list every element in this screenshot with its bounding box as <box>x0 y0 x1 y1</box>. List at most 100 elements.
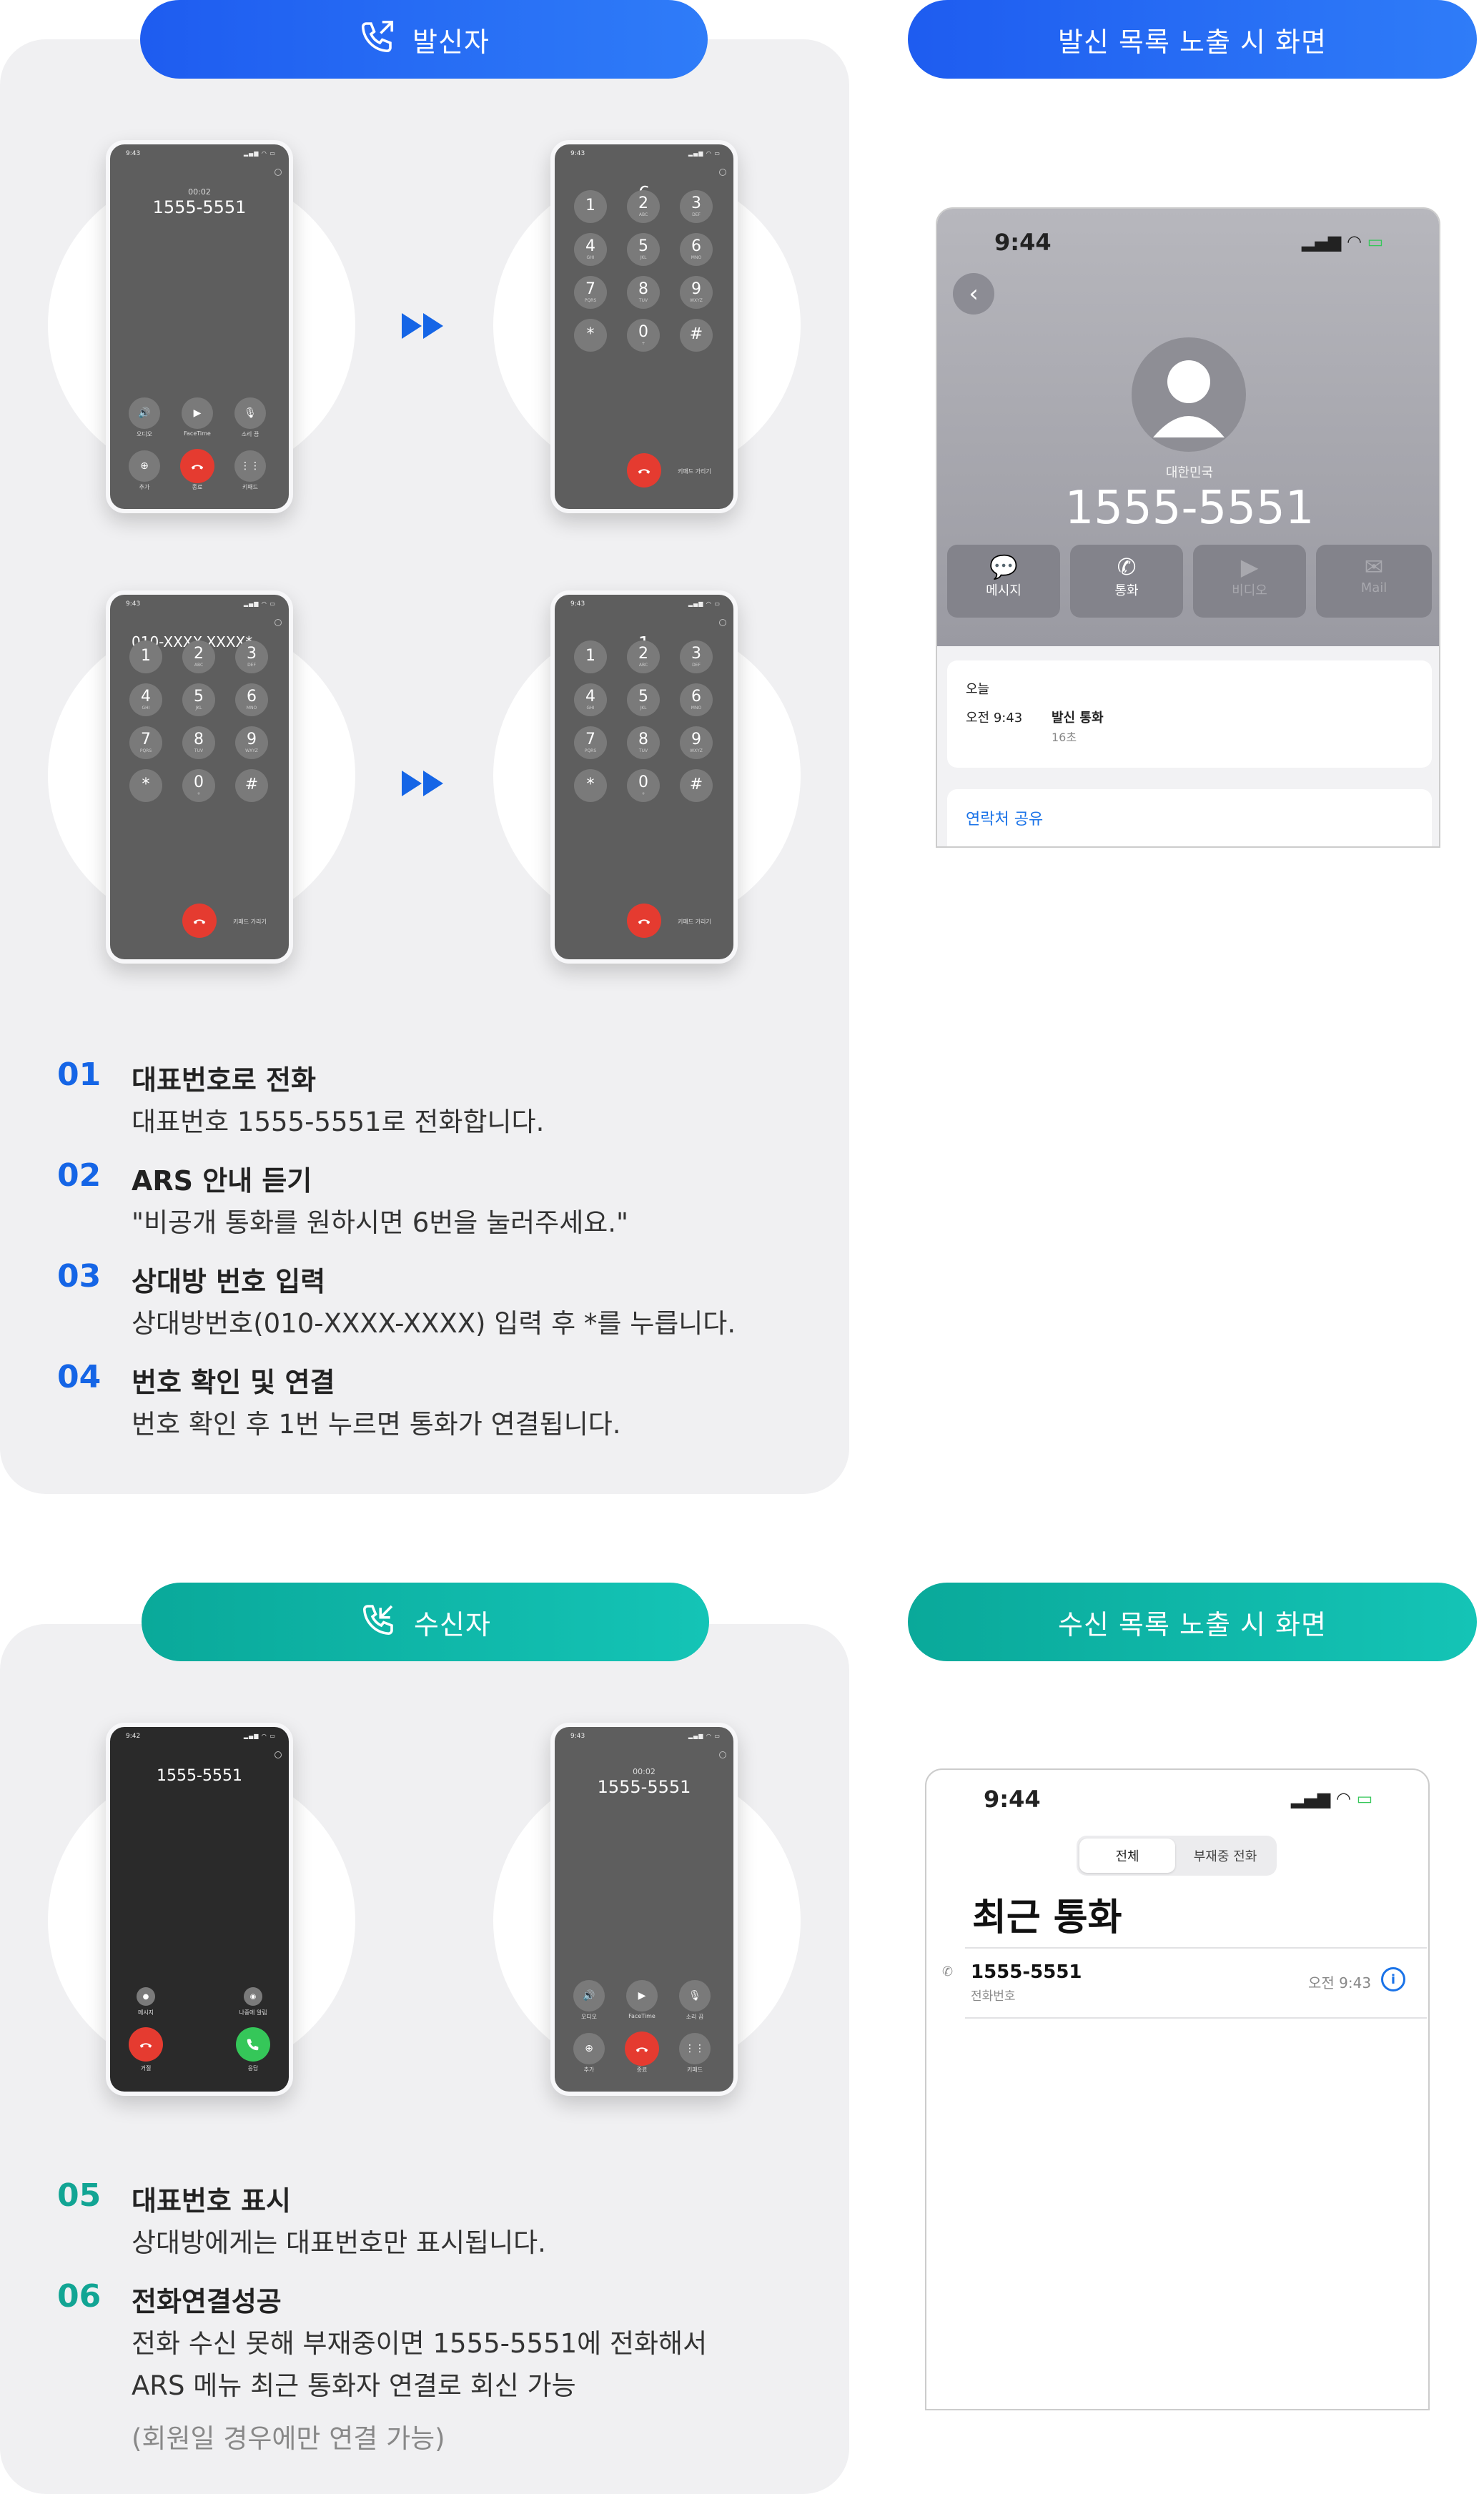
keypad-key[interactable]: 3 DEF <box>680 190 713 223</box>
ctrl-label: 소리 끔 <box>241 431 259 437</box>
keypad-key[interactable]: 9 WXYZ <box>680 276 713 309</box>
keypad-key[interactable]: # <box>680 319 713 352</box>
keypad-key[interactable]: 8 TUV <box>627 726 660 759</box>
keypad-key[interactable]: 1 <box>129 640 162 673</box>
alarm-icon[interactable]: ◉ <box>244 1987 262 2006</box>
keypad-key[interactable]: 1 <box>574 190 607 223</box>
tab-missed[interactable]: 부재중 전화 <box>1177 1839 1274 1873</box>
keypad-key[interactable]: 4 GHI <box>574 683 607 716</box>
share-contact-card[interactable]: 연락처 공유 <box>947 789 1432 846</box>
keypad-key[interactable]: 7 PQRS <box>129 726 162 759</box>
keypad-key[interactable]: 4 GHI <box>129 683 162 716</box>
mail-action[interactable]: ✉ Mail <box>1316 545 1432 618</box>
speaker-icon[interactable]: 🔊 <box>573 1980 605 2011</box>
add-call-icon[interactable]: ⊕ <box>129 450 160 482</box>
key-letters: JKL <box>640 706 647 711</box>
status-icons: ▂▄▆ ◠ ▭ <box>688 1733 721 1739</box>
message-icon[interactable]: ● <box>137 1987 155 2006</box>
keypad-key[interactable]: 9 WXYZ <box>235 726 268 759</box>
status-time: 9:43 <box>126 600 141 608</box>
tab-all[interactable]: 전체 <box>1079 1839 1175 1873</box>
call-action[interactable]: ✆ 통화 <box>1070 545 1183 618</box>
key-digit: 1 <box>585 197 595 214</box>
end-call-button[interactable] <box>180 449 214 483</box>
step-desc: ARS 메뉴 최근 통화자 연결로 회신 가능 <box>132 2370 576 2401</box>
key-digit: 5 <box>638 237 648 255</box>
keypad-key[interactable]: 5 JKL <box>627 233 660 266</box>
key-letters: TUV <box>638 748 648 753</box>
keypad-key[interactable]: 7 PQRS <box>574 726 607 759</box>
keypad-key[interactable]: 9 WXYZ <box>680 726 713 759</box>
keypad-key[interactable]: 6 MNO <box>235 683 268 716</box>
end-call-button[interactable] <box>627 453 661 488</box>
keypad-key[interactable]: 1 <box>574 640 607 673</box>
info-icon <box>719 169 726 176</box>
recents-number: 1555-5551 <box>971 1961 1082 1983</box>
key-digit: 4 <box>585 688 595 706</box>
keypad-key[interactable]: 3 DEF <box>235 640 268 673</box>
hide-keypad-link[interactable]: 키패드 가리기 <box>678 918 711 926</box>
keypad-key[interactable]: * <box>574 769 607 802</box>
key-digit: 7 <box>141 731 151 748</box>
step-number: 02 <box>57 1157 102 1194</box>
facetime-icon[interactable]: ▶ <box>626 1980 658 2011</box>
action-label: 통화 <box>1114 583 1139 598</box>
keypad-key[interactable]: # <box>235 769 268 802</box>
mute-icon[interactable]: 🎙 <box>679 1980 711 2011</box>
keypad-key[interactable]: 5 JKL <box>182 683 215 716</box>
keypad-key[interactable]: # <box>680 769 713 802</box>
key-digit: * <box>586 325 595 343</box>
answer-button[interactable] <box>236 2027 270 2062</box>
key-letters: PQRS <box>584 748 597 753</box>
info-icon[interactable]: i <box>1381 1967 1405 1991</box>
contact-country: 대한민국 <box>1165 465 1214 480</box>
key-letters: MNO <box>691 706 702 711</box>
recents-row[interactable]: ✆ 1555-5551 전화번호 오전 9:43 i <box>926 1950 1428 2017</box>
keypad-key[interactable]: 5 JKL <box>627 683 660 716</box>
keypad-key[interactable]: 6 MNO <box>680 683 713 716</box>
key-letters: GHI <box>586 255 595 260</box>
end-call-button[interactable] <box>627 904 661 938</box>
keypad-key[interactable]: * <box>574 319 607 352</box>
page-title: 최근 통화 <box>972 1896 1122 1939</box>
key-digit: 6 <box>691 237 701 255</box>
share-contact-link[interactable]: 연락처 공유 <box>966 806 1043 829</box>
recents-screenshot: 9:44 ▂▄▆ ◠ ▭ 전체 부재중 전화 최근 통화 ✆ 1555-5551… <box>925 1768 1430 2410</box>
keypad-key[interactable]: 8 TUV <box>182 726 215 759</box>
keypad-icon[interactable]: ⋮⋮ <box>679 2033 711 2064</box>
key-letters: TUV <box>638 298 648 303</box>
key-digit: 3 <box>691 194 701 212</box>
avatar-icon <box>1132 337 1246 452</box>
keypad-key[interactable]: 0 + <box>182 769 215 802</box>
keypad-key[interactable]: 2 ABC <box>627 640 660 673</box>
key-digit: 7 <box>585 731 595 748</box>
keypad-key[interactable]: 0 + <box>627 769 660 802</box>
decline-button[interactable] <box>129 2027 163 2062</box>
history-day: 오늘 <box>966 682 990 697</box>
keypad-key[interactable]: 6 MNO <box>680 233 713 266</box>
hide-keypad-link[interactable]: 키패드 가리기 <box>233 918 267 926</box>
keypad-key[interactable]: * <box>129 769 162 802</box>
hide-keypad-link[interactable]: 키패드 가리기 <box>678 467 711 475</box>
keypad-key[interactable]: 2 ABC <box>182 640 215 673</box>
end-call-button[interactable] <box>182 904 217 938</box>
speaker-icon[interactable]: 🔊 <box>129 397 160 429</box>
keypad-key[interactable]: 0 + <box>627 319 660 352</box>
video-action[interactable]: ▶ 비디오 <box>1193 545 1306 618</box>
mute-icon[interactable]: 🎙 <box>234 397 266 429</box>
add-call-icon[interactable]: ⊕ <box>573 2033 605 2064</box>
end-call-button[interactable] <box>625 2032 659 2066</box>
keypad-key[interactable]: 3 DEF <box>680 640 713 673</box>
call-timer: 00:02 <box>633 1767 656 1776</box>
action-label: 메시지 <box>986 583 1022 598</box>
keypad-key[interactable]: 8 TUV <box>627 276 660 309</box>
keypad-key[interactable]: 7 PQRS <box>574 276 607 309</box>
keypad-key[interactable]: 4 GHI <box>574 233 607 266</box>
step-number: 01 <box>57 1057 102 1093</box>
back-icon[interactable]: ‹ <box>953 273 994 315</box>
message-action[interactable]: 💬 메시지 <box>947 545 1060 618</box>
ctrl-label: 메시지 <box>137 2009 154 2016</box>
facetime-icon[interactable]: ▶ <box>182 397 213 429</box>
keypad-icon[interactable]: ⋮⋮ <box>234 450 266 482</box>
keypad-key[interactable]: 2 ABC <box>627 190 660 223</box>
